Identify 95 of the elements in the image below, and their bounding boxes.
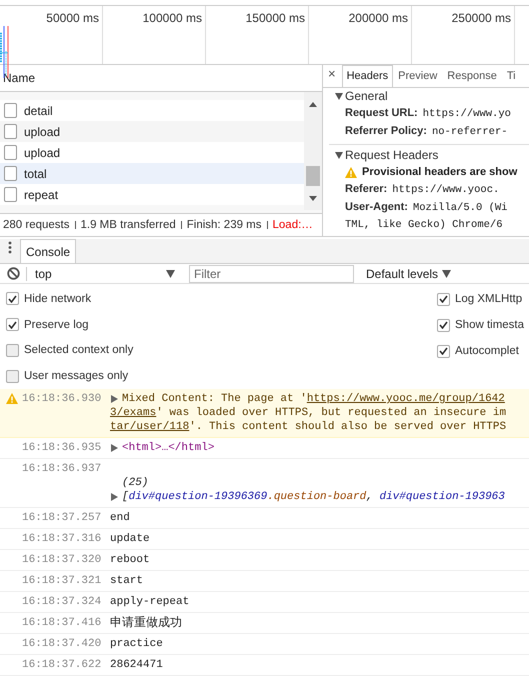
caret-icon bbox=[166, 270, 175, 278]
log-text: reboot bbox=[110, 553, 150, 567]
warning-text: Provisional headers are show bbox=[362, 165, 518, 180]
request-row[interactable]: upload bbox=[0, 121, 304, 142]
timeline-tick-label: 250000 ms bbox=[452, 11, 511, 25]
context-select[interactable]: top bbox=[26, 266, 181, 281]
section-title[interactable]: Request Headers bbox=[345, 148, 438, 162]
checkbox[interactable] bbox=[6, 344, 19, 357]
checkbox-label: Show timesta bbox=[455, 319, 524, 331]
checkbox[interactable] bbox=[437, 292, 450, 306]
checkbox-label: Selected context only bbox=[24, 344, 134, 356]
url-link[interactable]: 3/exams bbox=[110, 407, 156, 419]
log-text: end bbox=[110, 511, 130, 525]
timestamp: 16:18:36.935 bbox=[22, 441, 102, 455]
header-key: Referrer Policy: bbox=[345, 123, 427, 140]
header-key: User-Agent: bbox=[345, 199, 408, 216]
checkbox-label: User messages only bbox=[24, 370, 128, 382]
expand-arrow-icon[interactable] bbox=[110, 444, 118, 452]
section-title[interactable]: General bbox=[345, 89, 388, 104]
scrollbar-drawing[interactable] bbox=[304, 92, 322, 210]
array-preview[interactable]: [div#question-19396369.question-board, div#question-193963 bbox=[122, 490, 505, 504]
header-value: no-referrer- bbox=[432, 125, 508, 140]
checkbox[interactable] bbox=[437, 318, 450, 332]
checkbox[interactable] bbox=[6, 318, 19, 332]
log-text: update bbox=[110, 532, 150, 546]
checkbox[interactable] bbox=[6, 370, 19, 383]
file-icon bbox=[4, 166, 17, 182]
warning-message: 3/exams' was loaded over HTTPS, but requested an insecure im bbox=[110, 406, 506, 420]
file-icon bbox=[4, 103, 17, 118]
checkbox[interactable] bbox=[437, 344, 450, 358]
timestamp: 16:18:36.937 bbox=[22, 462, 102, 477]
checkbox-label: Hide network bbox=[24, 292, 92, 305]
timestamp: 16:18:37.416 bbox=[22, 616, 102, 630]
header-value: TML, like Gecko) Chrome/6 bbox=[345, 218, 504, 234]
status-text: 1.9 MB transferred bbox=[80, 219, 176, 232]
warning-icon bbox=[6, 393, 18, 404]
header-key: Request URL: bbox=[345, 105, 418, 122]
warning-message: tar/user/118'. This content should also be served over HTTPS bbox=[110, 420, 506, 434]
timestamp: 16:18:37.324 bbox=[22, 595, 102, 609]
caret-icon bbox=[442, 270, 452, 278]
url-link[interactable]: https://www.yooc.me/group/1642 bbox=[306, 393, 505, 405]
header-key: Referer: bbox=[345, 181, 388, 198]
element-node[interactable]: <html>…</html> bbox=[122, 441, 214, 455]
array-count: (25) bbox=[122, 476, 148, 490]
levels-dropdown[interactable]: Default levels bbox=[360, 266, 452, 281]
timeline-tick-label: 100000 ms bbox=[142, 11, 202, 25]
clear-icon[interactable] bbox=[7, 267, 20, 280]
panel-tab[interactable]: Headers bbox=[342, 65, 394, 88]
timestamp: 16:18:37.321 bbox=[22, 574, 102, 588]
timestamp: 16:18:37.622 bbox=[22, 658, 102, 672]
status-text: Load:… bbox=[272, 219, 313, 232]
timeline-tick-label: 50000 ms bbox=[46, 11, 99, 25]
timestamp: 16:18:36.930 bbox=[22, 392, 102, 407]
panel-tab[interactable]: Preview bbox=[393, 65, 442, 88]
timestamp: 16:18:37.420 bbox=[22, 637, 102, 651]
warning-icon bbox=[345, 167, 357, 178]
request-row[interactable]: repeat bbox=[0, 184, 304, 206]
file-icon bbox=[4, 187, 17, 202]
log-text: 28624471 bbox=[110, 658, 163, 672]
checkbox[interactable] bbox=[6, 292, 19, 306]
more-icon[interactable] bbox=[8, 241, 12, 254]
timeline-tick-label: 200000 ms bbox=[348, 11, 408, 25]
panel-tab[interactable]: Response bbox=[442, 65, 502, 88]
expand-arrow-icon[interactable] bbox=[110, 493, 118, 501]
checkbox-label: Log XMLHttp bbox=[455, 293, 522, 305]
log-text: 申请重做成功 bbox=[110, 616, 182, 630]
column-header[interactable]: Name bbox=[3, 71, 36, 86]
drawer-tab[interactable]: Console bbox=[20, 239, 76, 264]
expand-arrow-icon[interactable] bbox=[335, 151, 343, 160]
status-text: 280 requests bbox=[3, 219, 70, 232]
header-value: https://www.yo bbox=[422, 107, 511, 122]
timestamp: 16:18:37.257 bbox=[22, 511, 102, 525]
timeline-tick-label: 150000 ms bbox=[246, 11, 305, 25]
warning-message: Mixed Content: The page at 'https://www.yooc.me/group/1642 bbox=[122, 392, 505, 406]
timestamp: 16:18:37.320 bbox=[22, 553, 102, 567]
expand-arrow-icon[interactable] bbox=[110, 395, 118, 403]
log-text: practice bbox=[110, 637, 163, 651]
header-value: Mozilla/5.0 (Wi bbox=[412, 201, 508, 216]
header-value: https://www.yooc. bbox=[392, 183, 500, 198]
url-link[interactable]: tar/user/118 bbox=[110, 421, 190, 433]
log-text: apply-repeat bbox=[110, 595, 190, 609]
status-text: Finish: 239 ms bbox=[186, 219, 262, 232]
timestamp: 16:18:37.316 bbox=[22, 532, 102, 546]
log-text: start bbox=[110, 574, 144, 588]
request-row[interactable]: upload bbox=[0, 142, 304, 164]
checkbox-label: Preserve log bbox=[24, 318, 89, 331]
close-icon[interactable]: × bbox=[323, 66, 342, 88]
request-row[interactable]: detail bbox=[0, 100, 304, 122]
expand-arrow-icon[interactable] bbox=[335, 92, 343, 100]
file-icon bbox=[4, 145, 17, 160]
file-icon bbox=[4, 124, 17, 140]
request-row[interactable]: total bbox=[0, 163, 304, 184]
filter-field[interactable]: Filter bbox=[189, 264, 354, 283]
checkbox-label: Autocomplet bbox=[455, 345, 519, 357]
panel-tab[interactable]: Ti bbox=[502, 65, 521, 88]
